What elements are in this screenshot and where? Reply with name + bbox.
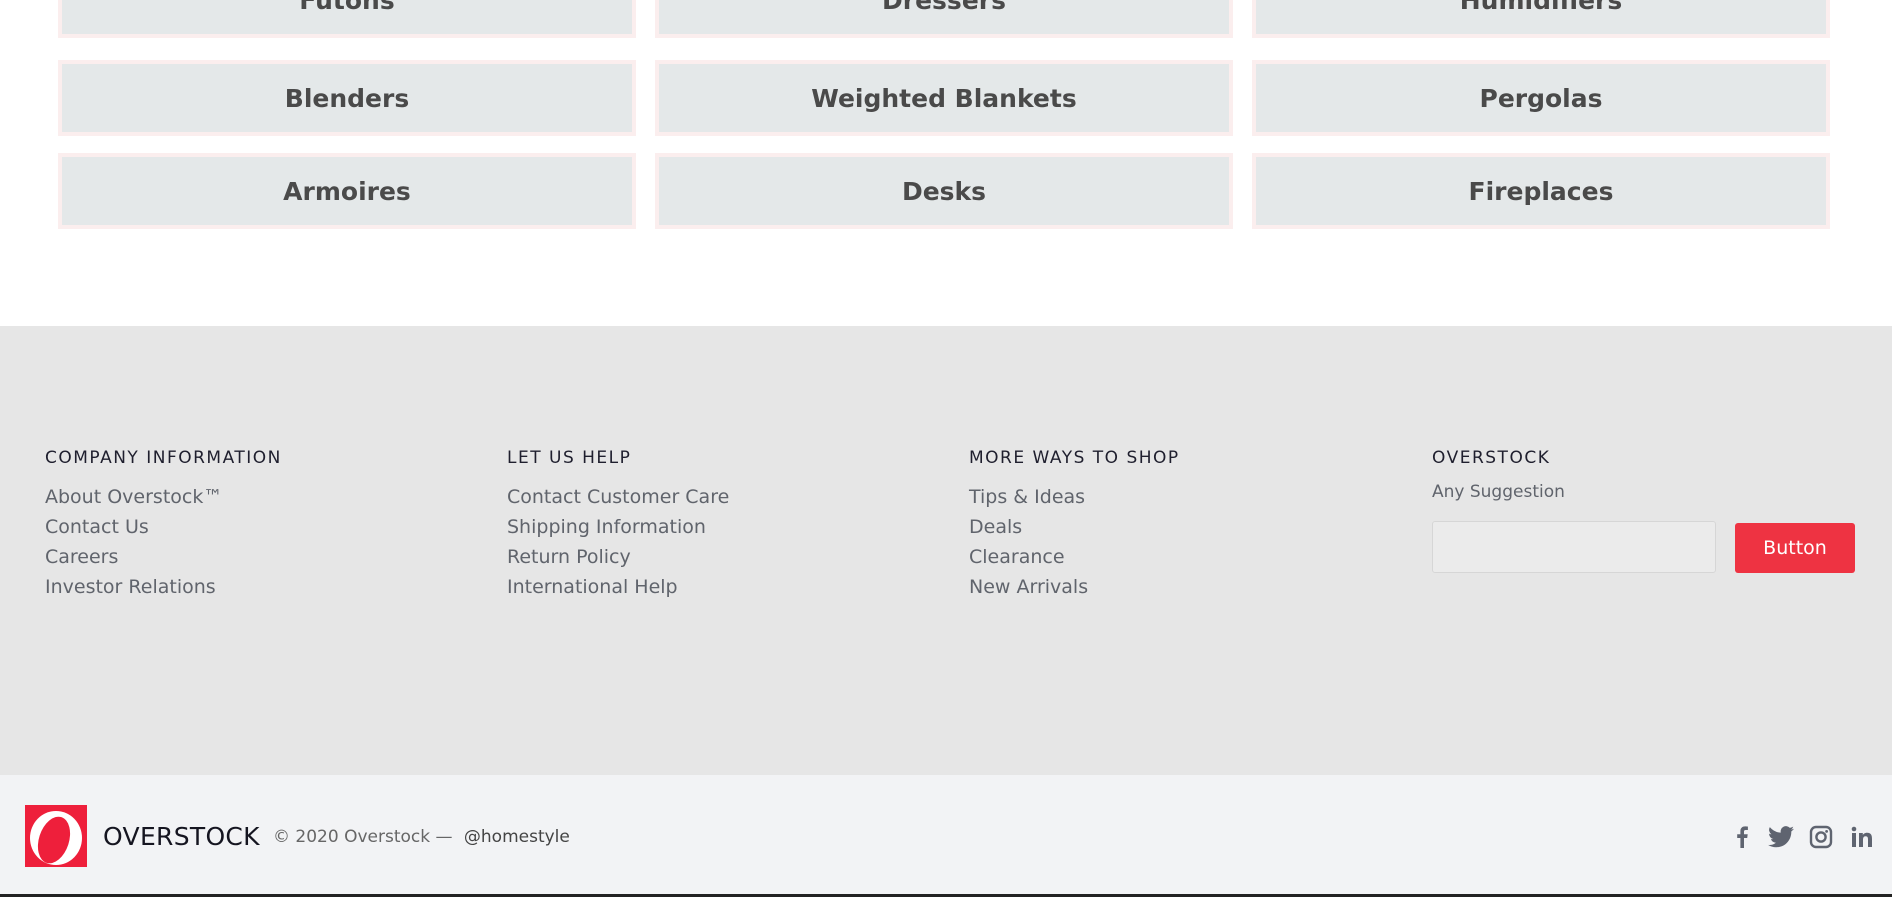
- footer-link[interactable]: Contact Customer Care: [507, 482, 729, 512]
- footer-link[interactable]: Tips & Ideas: [969, 482, 1180, 512]
- category-tile[interactable]: Pergolas: [1252, 60, 1830, 136]
- copyright-text: © 2020 Overstock —: [273, 827, 453, 847]
- footer-link[interactable]: Careers: [45, 542, 282, 572]
- suggestion-label: Any Suggestion: [1432, 482, 1565, 502]
- footer-column-help: LET US HELP Contact Customer Care Shippi…: [507, 448, 729, 602]
- category-tile[interactable]: Armoires: [58, 153, 636, 229]
- suggestion-input[interactable]: [1432, 521, 1716, 573]
- footer-link[interactable]: Shipping Information: [507, 512, 729, 542]
- copyright: © 2020 Overstock — @homestyle: [273, 827, 570, 847]
- footer-column-title: MORE WAYS TO SHOP: [969, 448, 1180, 468]
- brand-name: OVERSTOCK: [103, 822, 260, 851]
- category-tile[interactable]: Futons: [58, 0, 636, 38]
- category-tile[interactable]: Dressers: [655, 0, 1233, 38]
- footer-column-overstock: OVERSTOCK Any Suggestion: [1432, 448, 1565, 502]
- footer-column-title: COMPANY INFORMATION: [45, 448, 282, 468]
- footer-column-title: OVERSTOCK: [1432, 448, 1551, 468]
- site-footer: COMPANY INFORMATION About Overstock™ Con…: [0, 326, 1892, 775]
- category-tile[interactable]: Fireplaces: [1252, 153, 1830, 229]
- footer-link[interactable]: Contact Us: [45, 512, 282, 542]
- category-tile[interactable]: Humidifiers: [1252, 0, 1830, 38]
- footer-link[interactable]: Return Policy: [507, 542, 729, 572]
- footer-column-title: LET US HELP: [507, 448, 632, 468]
- footer-column-company: COMPANY INFORMATION About Overstock™ Con…: [45, 448, 282, 602]
- overstock-logo-icon[interactable]: [25, 805, 87, 867]
- social-handle-link[interactable]: @homestyle: [464, 827, 570, 847]
- footer-link[interactable]: International Help: [507, 572, 729, 602]
- footer-column-shop: MORE WAYS TO SHOP Tips & Ideas Deals Cle…: [969, 448, 1180, 602]
- footer-link[interactable]: New Arrivals: [969, 572, 1180, 602]
- instagram-icon[interactable]: [1807, 823, 1835, 851]
- category-grid: Futons Dressers Humidifiers Blenders Wei…: [0, 0, 1892, 326]
- category-tile[interactable]: Blenders: [58, 60, 636, 136]
- twitter-icon[interactable]: [1767, 823, 1795, 851]
- category-tile[interactable]: Weighted Blankets: [655, 60, 1233, 136]
- category-tile[interactable]: Desks: [655, 153, 1233, 229]
- footer-link[interactable]: Investor Relations: [45, 572, 282, 602]
- suggestion-submit-button[interactable]: Button: [1735, 523, 1855, 573]
- footer-link[interactable]: About Overstock™: [45, 482, 282, 512]
- footer-link[interactable]: Clearance: [969, 542, 1180, 572]
- facebook-icon[interactable]: [1728, 823, 1756, 851]
- footer-link[interactable]: Deals: [969, 512, 1180, 542]
- bottom-bar: OVERSTOCK © 2020 Overstock — @homestyle: [0, 775, 1892, 897]
- linkedin-icon[interactable]: [1848, 823, 1876, 851]
